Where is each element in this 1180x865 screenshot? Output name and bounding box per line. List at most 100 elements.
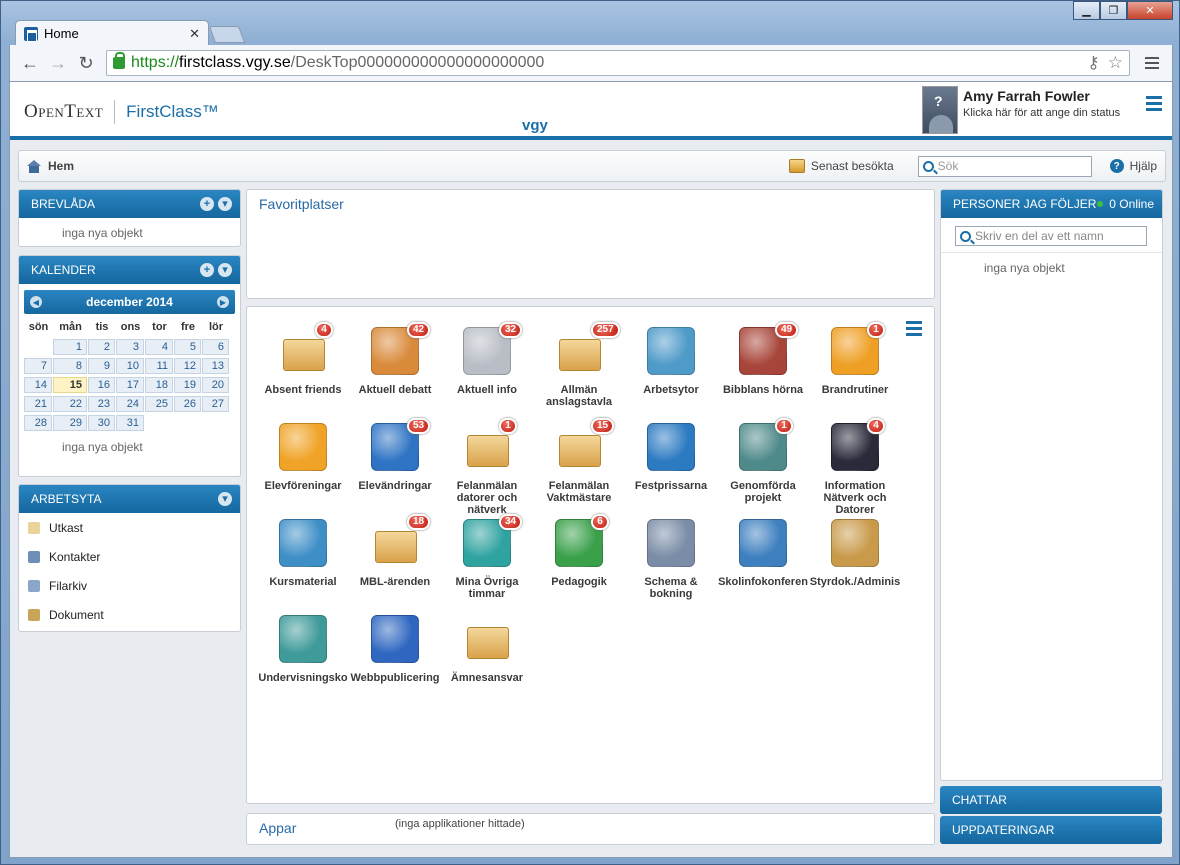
calendar-day[interactable]: 18 — [145, 377, 173, 393]
updates-bar[interactable]: UPPDATERINGAR — [940, 816, 1162, 844]
next-month-icon[interactable]: ▶ — [216, 296, 229, 308]
workspace-item[interactable]: Filarkiv — [19, 571, 240, 600]
calendar-day[interactable]: 27 — [202, 396, 229, 412]
desktop-icon-item[interactable]: 53 Elevändringar — [349, 418, 441, 519]
back-arrow-icon[interactable]: ← — [16, 49, 44, 77]
desktop-menu-icon[interactable] — [906, 321, 922, 339]
desktop-icon-label[interactable]: Skolinfokonferen — [715, 576, 811, 588]
calendar-day[interactable]: 25 — [145, 396, 173, 412]
calendar-day[interactable]: 21 — [24, 396, 52, 412]
desktop-icon-item[interactable]: Schema & bokning — [625, 519, 717, 615]
desktop-icon-item[interactable]: 6 Pedagogik — [533, 514, 625, 615]
desktop-icon-item[interactable]: Kursmaterial — [257, 519, 349, 615]
desktop-icon-label[interactable]: Schema & bokning — [623, 576, 719, 600]
desktop-icon-item[interactable]: Festprissarna — [625, 423, 717, 519]
workspace-item[interactable]: Utkast — [19, 513, 240, 542]
search-input[interactable] — [937, 159, 1087, 173]
calendar-day[interactable]: 31 — [116, 415, 144, 431]
desktop-icon-label[interactable]: Undervisningsko — [255, 672, 351, 684]
user-status-link[interactable]: Klicka här för att ange din status — [963, 107, 1120, 119]
browser-menu-icon[interactable] — [1138, 49, 1166, 77]
mailbox-header[interactable]: BREVLÅDA + ▾ — [19, 190, 240, 218]
calendar-day[interactable]: 23 — [88, 396, 115, 412]
desktop-icon-label[interactable]: Information Nätverk och Datorer — [807, 480, 903, 516]
target-icon[interactable] — [279, 423, 327, 471]
globe-arrows-icon[interactable] — [371, 615, 419, 663]
add-icon[interactable]: + — [200, 197, 214, 211]
desktop-icon-label[interactable]: Aktuell info — [439, 384, 535, 396]
calendar-day[interactable]: 29 — [53, 415, 87, 431]
user-status-box[interactable]: Amy Farrah Fowler Klicka här för att ang… — [922, 86, 1120, 134]
desktop-icon-item[interactable]: Styrdok./Adminis — [809, 519, 901, 615]
calendar-day[interactable]: 8 — [53, 358, 87, 374]
prev-month-icon[interactable]: ◀ — [30, 296, 42, 308]
bookmark-star-icon[interactable]: ☆ — [1108, 53, 1123, 73]
calendar-day[interactable]: 1 — [53, 339, 87, 355]
desktop-icon-label[interactable]: Allmän anslagstavla — [531, 384, 627, 408]
calendar-day[interactable]: 20 — [202, 377, 229, 393]
desktop-icon-label[interactable]: Styrdok./Adminis — [807, 576, 903, 588]
calendar-day[interactable]: 11 — [145, 358, 173, 374]
alarm-clock-icon[interactable] — [647, 519, 695, 567]
calendar-day[interactable]: 7 — [24, 358, 52, 374]
help-link[interactable]: Hjälp — [1130, 159, 1157, 173]
workspace-item[interactable]: Kontakter — [19, 542, 240, 571]
calendar-day[interactable]: 4 — [145, 339, 173, 355]
desktop-icon-item[interactable]: 15 Felanmälan Vaktmästare — [533, 418, 625, 519]
desktop-icon-label[interactable]: Absent friends — [255, 384, 351, 396]
calendar-day[interactable]: 5 — [174, 339, 201, 355]
calendar-day[interactable]: 3 — [116, 339, 144, 355]
desktop-icon-item[interactable]: 1 Brandrutiner — [807, 322, 903, 423]
satellite-icon[interactable] — [739, 519, 787, 567]
calendar-day-today[interactable]: 15 — [53, 377, 87, 393]
desktop-icon-label[interactable]: Mina Övriga timmar — [439, 576, 535, 600]
chevron-down-icon[interactable]: ▾ — [218, 263, 232, 277]
calendar-day[interactable]: 24 — [116, 396, 144, 412]
calendar-day[interactable]: 30 — [88, 415, 115, 431]
calendar-day[interactable]: 12 — [174, 358, 201, 374]
calendar-day[interactable]: 6 — [202, 339, 229, 355]
desktop-icon-label[interactable]: Genomförda projekt — [715, 480, 811, 504]
maximize-button[interactable]: ❐ — [1100, 1, 1127, 20]
calendar-day[interactable]: 26 — [174, 396, 201, 412]
desktop-icon-label[interactable]: MBL-ärenden — [347, 576, 443, 588]
calendar-day[interactable]: 16 — [88, 377, 115, 393]
address-bar[interactable]: https:// firstclass.vgy.se /DeskTop00000… — [106, 50, 1130, 76]
desktop-icon-item[interactable]: Skolinfokonferen — [717, 519, 809, 615]
help-icon[interactable]: ? — [1109, 159, 1124, 173]
chevron-down-icon[interactable]: ▾ — [218, 197, 232, 211]
desktop-icon-label[interactable]: Brandrutiner — [807, 384, 903, 396]
calendar-day[interactable]: 14 — [24, 377, 52, 393]
desktop-icon-item[interactable]: Webbpublicering — [349, 615, 441, 711]
tab-home[interactable]: Home ✕ — [15, 20, 209, 46]
calendar-day[interactable]: 19 — [174, 377, 201, 393]
people-group-icon[interactable] — [647, 327, 695, 375]
desktop-icon-label[interactable]: Kursmaterial — [255, 576, 351, 588]
calendar-header[interactable]: KALENDER + ▾ — [19, 256, 240, 284]
header-menu-icon[interactable] — [1146, 96, 1162, 114]
desktop-icon-item[interactable]: 4 Information Nätverk och Datorer — [807, 418, 903, 519]
home-icon[interactable] — [27, 159, 41, 173]
desktop-icon-label[interactable]: Elevföreningar — [255, 480, 351, 492]
calendar-day[interactable]: 13 — [202, 358, 229, 374]
desktop-icon-item[interactable]: 42 Aktuell debatt — [349, 322, 441, 423]
workspace-item[interactable]: Dokument — [19, 600, 240, 629]
desktop-icon-label[interactable]: Webbpublicering — [347, 672, 443, 684]
desktop-icon-item[interactable]: 34 Mina Övriga timmar — [439, 514, 535, 615]
calendar-day[interactable]: 10 — [116, 358, 144, 374]
key-icon[interactable]: ⚷ — [1087, 53, 1099, 73]
close-window-button[interactable]: ✕ — [1127, 1, 1173, 20]
desktop-icon-label[interactable]: Bibblans hörna — [715, 384, 811, 396]
desktop-icon-item[interactable]: 1 Felanmälan datorer och nätverk — [439, 418, 535, 519]
desktop-icon-label[interactable]: Felanmälan datorer och nätverk — [439, 480, 535, 516]
calendar-day[interactable]: 17 — [116, 377, 144, 393]
calendar-day[interactable]: 2 — [88, 339, 115, 355]
calendar-day[interactable]: 22 — [53, 396, 87, 412]
person-search-input[interactable] — [975, 229, 1142, 243]
recent-visited-icon[interactable] — [788, 159, 805, 173]
chat-bar[interactable]: CHATTAR — [940, 786, 1162, 814]
forward-arrow-icon[interactable]: → — [44, 49, 72, 77]
desktop-icon-item[interactable]: 18 MBL-ärenden — [347, 514, 443, 615]
avatar[interactable] — [922, 86, 958, 134]
cutlery-icon[interactable] — [647, 423, 695, 471]
